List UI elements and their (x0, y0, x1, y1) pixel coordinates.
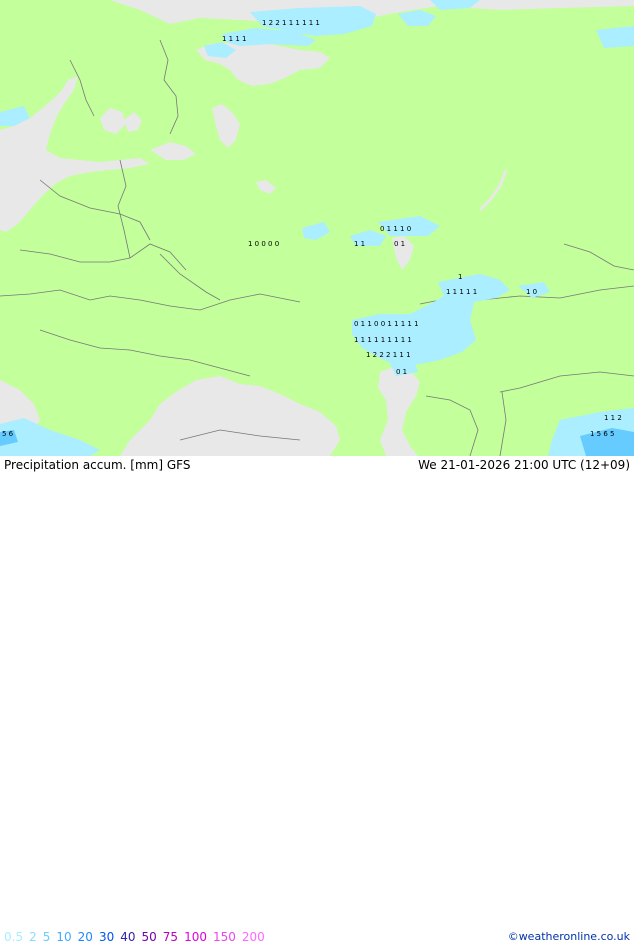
map-title: Precipitation accum. [mm] GFS (4, 458, 191, 472)
label-mid-row: 1 0 0 0 0 (248, 240, 279, 248)
label-east-pair: 1 0 (526, 288, 537, 296)
label-sw-a: 5 6 (2, 430, 14, 438)
forecast-datetime: We 21-01-2026 21:00 UTC (12+09) (418, 458, 630, 472)
legend-value: 2 (29, 930, 37, 944)
legend-value: 100 (184, 930, 207, 944)
legend-value: 10 (56, 930, 72, 944)
label-row-north: 1 2 2 1 1 1 1 1 1 (262, 19, 320, 27)
legend-value: 40 (120, 930, 136, 944)
label-east-row4: 1 2 2 2 1 1 1 (366, 351, 411, 359)
legend-value: 5 (42, 930, 51, 944)
label-lower: 0 1 (396, 368, 407, 376)
label-row-g: 1 1 (354, 240, 365, 248)
legend-value: 150 (212, 930, 236, 944)
legend-value: 30 (98, 930, 115, 944)
label-se-b: 1 5 6 5 (590, 430, 615, 438)
label-row-nw: 1 1 1 1 (222, 35, 247, 43)
color-legend: 0.5 2 5 10 20 30 40 50 75 100 150 200 (4, 930, 271, 944)
label-east-row3: 1 1 1 1 1 1 1 1 1 (354, 336, 412, 344)
footer: Precipitation accum. [mm] GFS We 21-01-2… (0, 456, 634, 944)
precipitation-map: 1 2 2 1 1 1 1 1 1 1 1 1 1 1 0 0 0 0 0 1 … (0, 0, 634, 457)
legend-value: 50 (141, 930, 157, 944)
legend-value: 200 (241, 930, 265, 944)
legend-value: 20 (77, 930, 93, 944)
map-canvas: 1 2 2 1 1 1 1 1 1 1 1 1 1 1 0 0 0 0 0 1 … (0, 0, 634, 457)
label-row-d: 0 1 1 1 0 (380, 225, 411, 233)
legend-value: 75 (162, 930, 179, 944)
label-row-h: 0 1 (394, 240, 405, 248)
label-east-row1: 1 1 1 1 1 (446, 288, 477, 296)
credit-link[interactable]: ©weatheronline.co.uk (508, 930, 630, 943)
label-east-single: 1 (458, 273, 462, 281)
label-se-a: 1 1 2 (604, 414, 622, 422)
label-east-row2: 0 1 1 0 0 1 1 1 1 1 (354, 320, 419, 328)
legend-value: 0.5 (4, 930, 24, 944)
